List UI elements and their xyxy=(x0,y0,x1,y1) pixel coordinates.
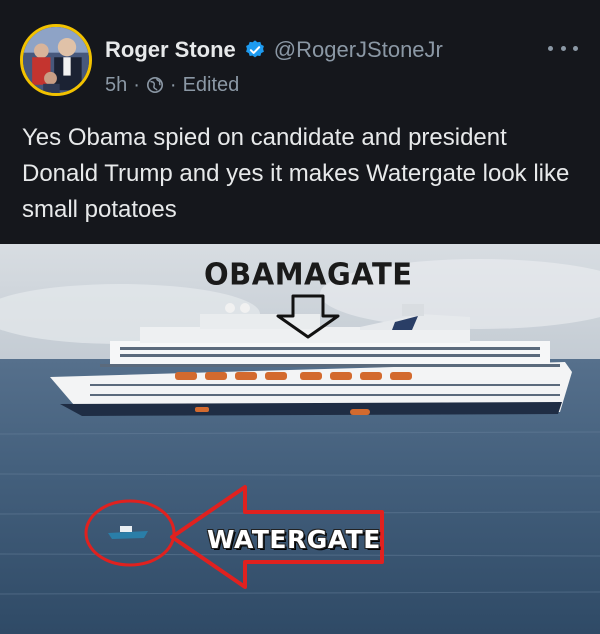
post-timestamp[interactable]: 5h xyxy=(105,74,127,97)
post-meta: 5h · · Edited xyxy=(105,72,239,98)
avatar-photo-icon xyxy=(23,27,89,93)
author-line: Roger Stone @RogerJStoneJr xyxy=(105,36,443,64)
watergate-label: WATERGATE xyxy=(207,525,381,554)
post-card[interactable]: Roger Stone @RogerJStoneJr 5h · · Edited… xyxy=(0,0,600,634)
post-image[interactable] xyxy=(0,244,600,634)
meta-separator: · xyxy=(169,73,177,96)
edited-label[interactable]: Edited xyxy=(183,74,240,97)
globe-icon xyxy=(146,76,164,94)
display-name[interactable]: Roger Stone xyxy=(105,37,236,63)
cruise-ship-meme-image xyxy=(0,244,600,634)
post-text: Yes Obama spied on candidate and preside… xyxy=(22,124,570,223)
avatar[interactable] xyxy=(20,24,92,96)
verified-badge-icon xyxy=(244,39,266,61)
meta-separator: · xyxy=(133,73,140,96)
obamagate-label: OBAMAGATE xyxy=(204,256,413,292)
more-options-icon[interactable] xyxy=(548,38,578,58)
author-handle[interactable]: @RogerJStoneJr xyxy=(274,37,443,63)
